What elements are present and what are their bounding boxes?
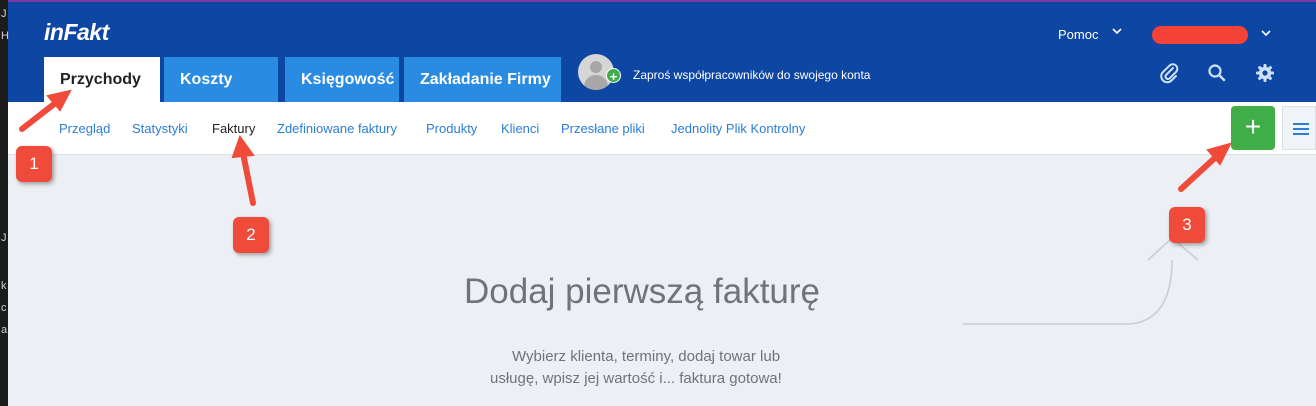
edge-char: J: [1, 8, 7, 20]
edge-char: J: [1, 232, 7, 244]
empty-state-title: Dodaj pierwszą fakturę: [464, 272, 820, 311]
empty-state-hint-line: [963, 259, 1173, 325]
edge-char: a: [1, 324, 8, 336]
annotation-arrow-1: [19, 98, 61, 132]
window-top-accent: [0, 0, 1316, 2]
background-window-edge: J H J k c a: [0, 0, 9, 406]
annotation-badge-2: 2: [233, 217, 269, 253]
decorative-overlay: [19, 89, 1232, 325]
annotation-arrow-3: [1178, 153, 1220, 192]
edge-char: k: [1, 280, 7, 292]
annotation-badge-3: 3: [1169, 207, 1205, 243]
annotation-arrowhead-2: [231, 134, 255, 159]
empty-state-description: Wybierz klienta, terminy, dodaj towar lu…: [512, 348, 781, 365]
annotation-badge-1: 1: [16, 146, 52, 182]
annotation-arrow-2: [240, 150, 256, 206]
annotation-arrows: [19, 89, 1232, 206]
empty-state-description: usługę, wpisz jej wartość i... faktura g…: [490, 370, 782, 387]
edge-char: H: [1, 30, 9, 42]
edge-char: c: [1, 302, 7, 314]
